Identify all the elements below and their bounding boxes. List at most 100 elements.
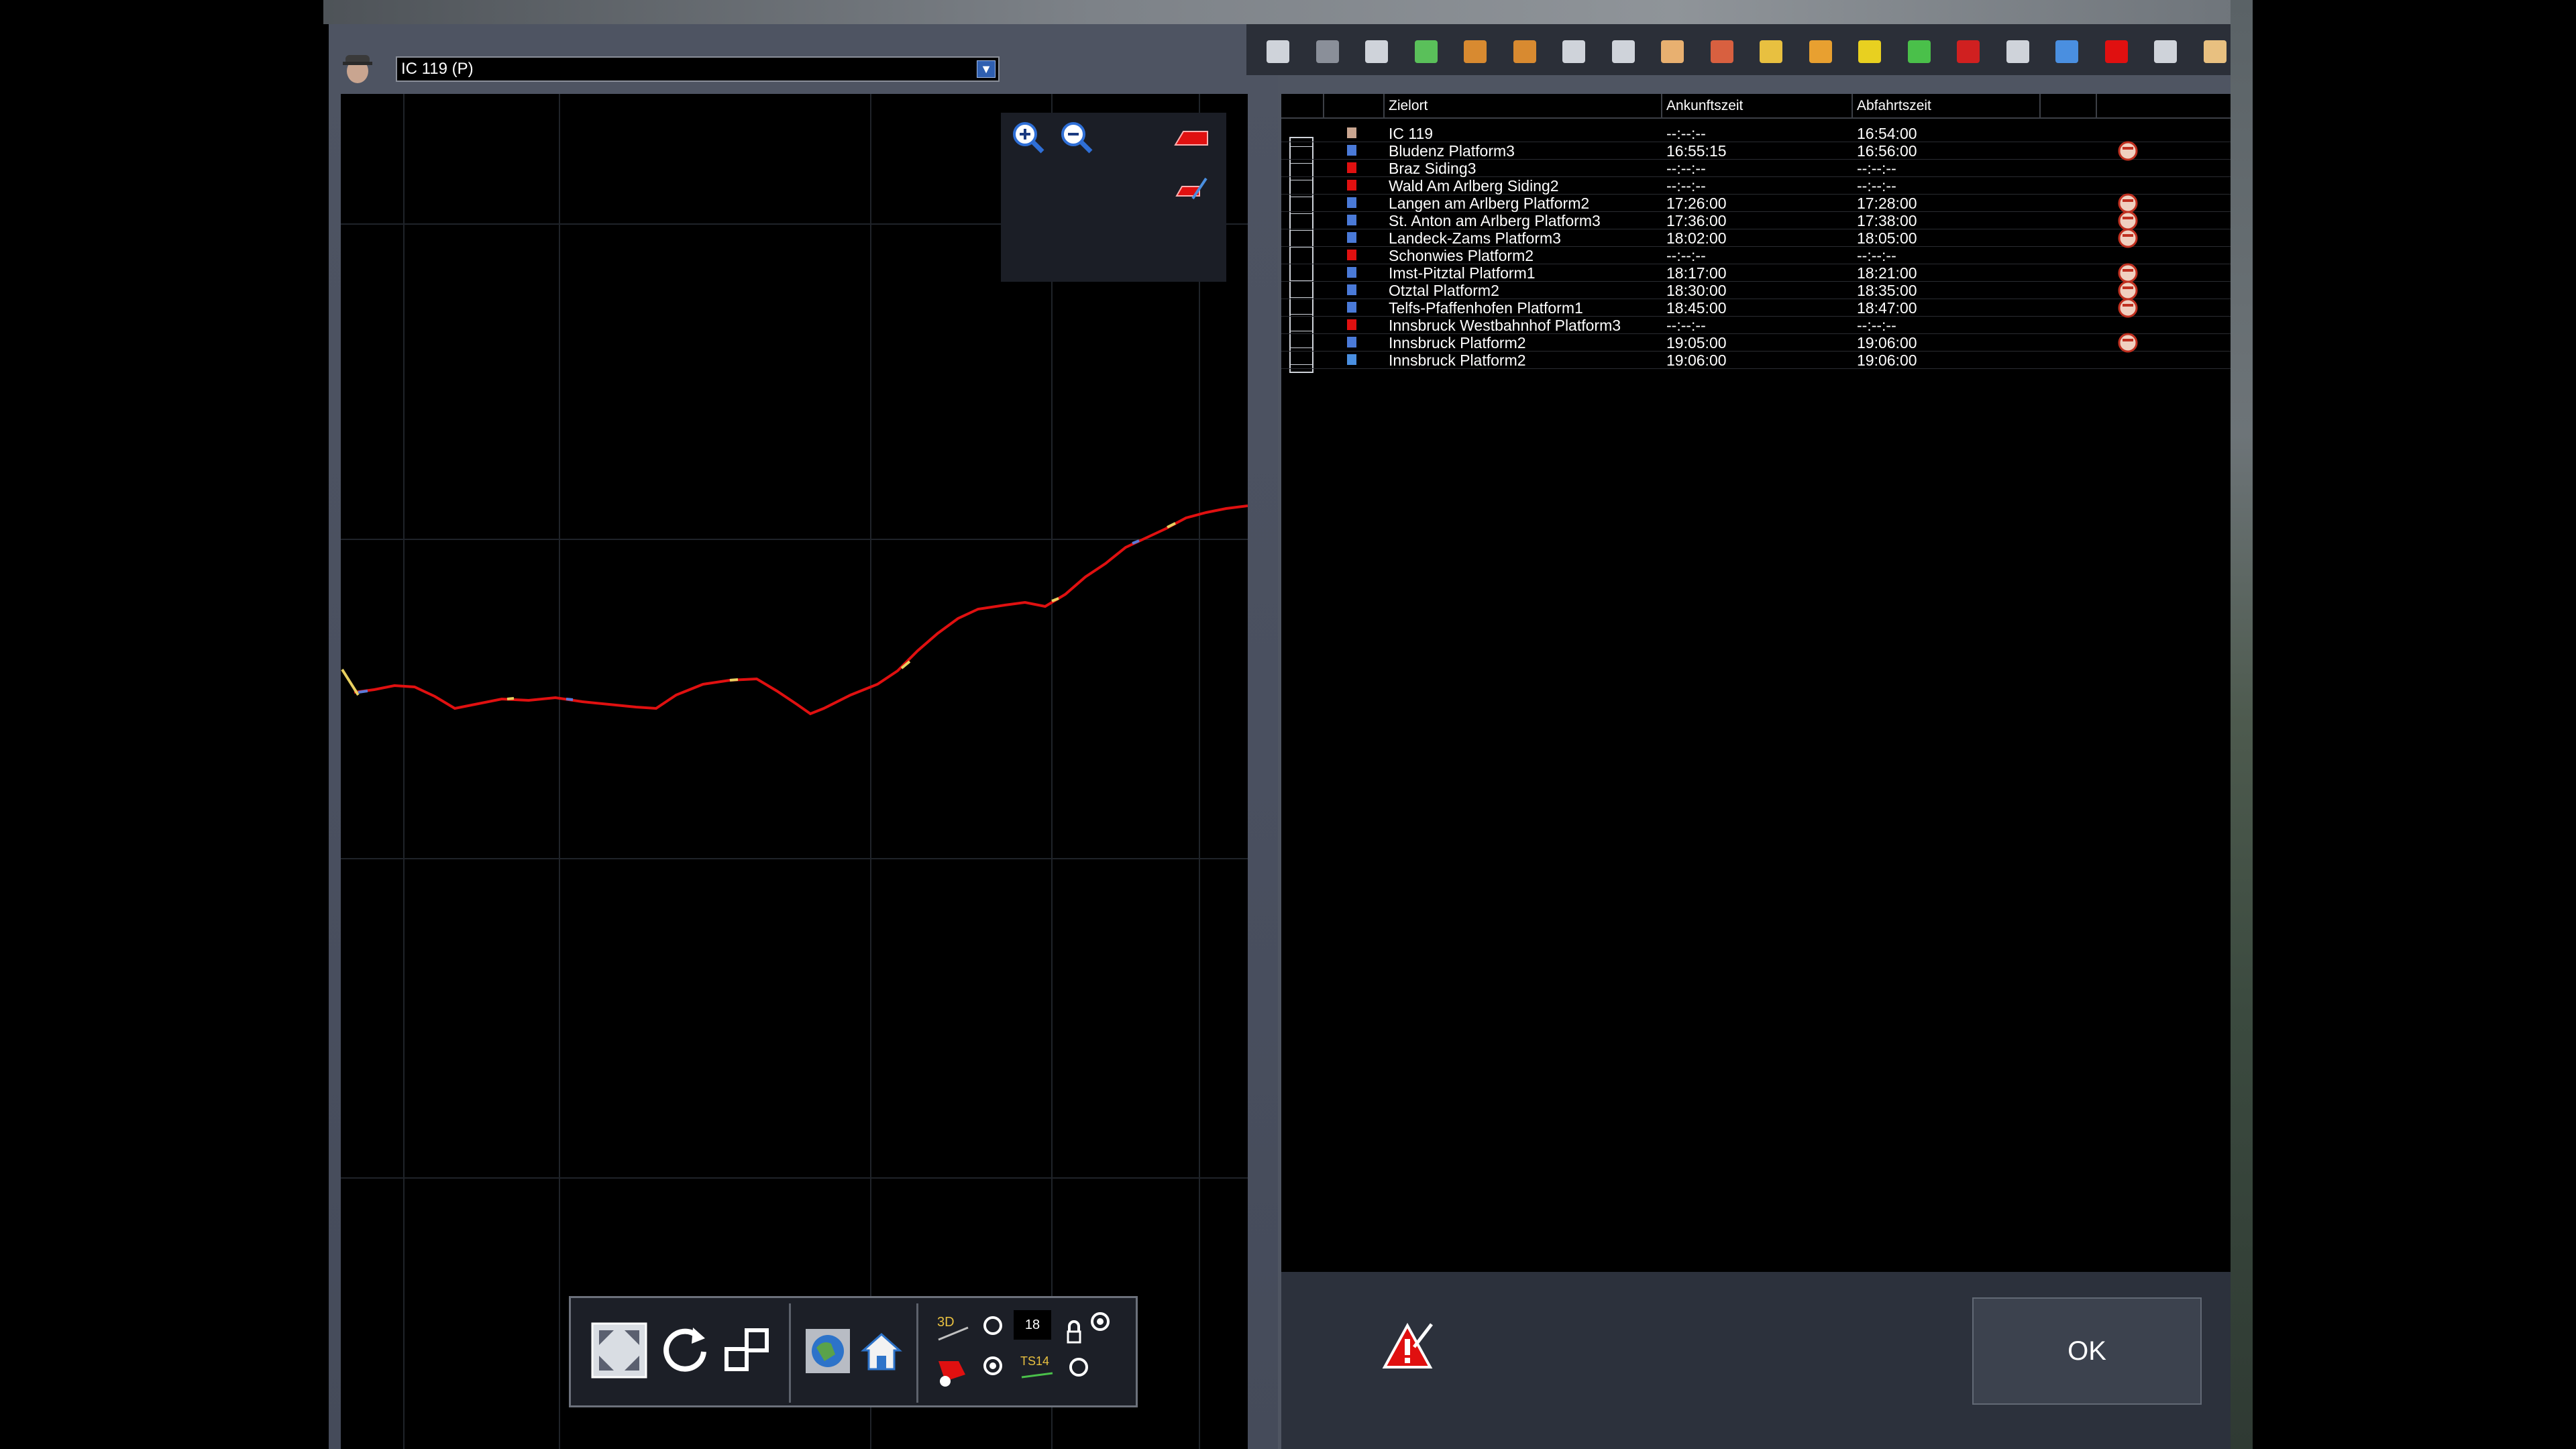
grid-green-icon[interactable] xyxy=(1409,35,1443,68)
stop-marker-icon xyxy=(1347,337,1356,347)
magnet-pin-icon[interactable] xyxy=(932,1354,972,1391)
world-view-icon[interactable] xyxy=(804,1328,851,1375)
table-row[interactable]: Langen am Arlberg Platform2 17:26:00 17:28… xyxy=(1281,193,2231,213)
lock-icon[interactable] xyxy=(1064,1320,1084,1346)
warning-edit-icon[interactable] xyxy=(1381,1320,1434,1374)
stop-marker-icon xyxy=(1347,302,1356,313)
move-down-icon[interactable] xyxy=(1508,35,1542,68)
departure-cell: 19:06:00 xyxy=(1857,334,1917,352)
separator xyxy=(916,1303,918,1403)
radio-option-icon[interactable] xyxy=(981,1314,1004,1337)
dropdown-arrow-icon[interactable]: ▼ xyxy=(977,60,996,78)
stop-timer-icon[interactable] xyxy=(2116,228,2139,248)
move-up-icon[interactable] xyxy=(1458,35,1492,68)
red-flag-icon[interactable] xyxy=(2100,35,2133,68)
stop-timer-icon[interactable] xyxy=(2116,298,2139,318)
table-row[interactable]: Innsbruck Platform2 19:05:00 19:06:00 xyxy=(1281,333,2231,353)
zoom-in-icon[interactable] xyxy=(1010,119,1048,157)
add-arrow-icon[interactable] xyxy=(1853,35,1886,68)
separator xyxy=(789,1303,791,1403)
background-right xyxy=(2253,0,2576,1449)
align-right-icon[interactable] xyxy=(1607,35,1640,68)
radio-option-icon[interactable] xyxy=(1067,1356,1090,1379)
col-header-blank xyxy=(1281,94,1324,118)
departure-cell: --:--:-- xyxy=(1857,317,1896,334)
destination-cell: Schonwies Platform2 xyxy=(1389,247,1534,264)
table-row[interactable]: Imst-Pitztal Platform1 18:17:00 18:21:00 xyxy=(1281,263,2231,283)
settings-icon[interactable] xyxy=(2001,35,2035,68)
departure-cell: 18:21:00 xyxy=(1857,264,1917,282)
passengers-icon[interactable] xyxy=(1705,35,1739,68)
table-row[interactable]: Innsbruck Platform2 19:06:00 19:06:00 xyxy=(1281,352,2231,369)
3d-view-icon[interactable]: 3D xyxy=(934,1310,975,1344)
pointing-hand-icon[interactable] xyxy=(1656,35,1689,68)
arrival-cell: 17:36:00 xyxy=(1666,212,1727,229)
add-green-icon[interactable] xyxy=(1902,35,1936,68)
table-row[interactable]: Bludenz Platform3 16:55:15 16:56:00 xyxy=(1281,141,2231,161)
ok-button[interactable]: OK xyxy=(1972,1297,2202,1405)
arrival-cell: 19:05:00 xyxy=(1666,334,1727,352)
red-train-shape-icon[interactable] xyxy=(1173,119,1210,157)
stop-marker-icon xyxy=(1347,284,1356,295)
train-car-icon[interactable] xyxy=(2198,35,2232,68)
end-marker-icon xyxy=(1347,354,1356,365)
align-icon[interactable] xyxy=(1557,35,1591,68)
train-select[interactable]: IC 119 (P) ▼ xyxy=(396,56,1000,82)
radio-option-icon[interactable] xyxy=(981,1354,1004,1377)
stop-timer-icon[interactable] xyxy=(2116,141,2139,161)
fit-to-view-icon[interactable] xyxy=(591,1322,647,1379)
destination-cell: Innsbruck Platform2 xyxy=(1389,334,1526,352)
destination-cell: Wald Am Arlberg Siding2 xyxy=(1389,177,1559,195)
route-map[interactable] xyxy=(341,94,1248,1449)
exit-icon[interactable] xyxy=(2050,35,2084,68)
table-row[interactable]: Wald Am Arlberg Siding2 --:--:-- --:--:-- xyxy=(1281,177,2231,195)
radio-option-icon[interactable] xyxy=(1089,1310,1112,1333)
zoom-out-icon[interactable] xyxy=(1059,119,1096,157)
arrival-cell: --:--:-- xyxy=(1666,177,1706,195)
destination-cell: Bludenz Platform3 xyxy=(1389,142,1515,160)
route-map-canvas xyxy=(341,94,1248,1449)
background-left xyxy=(0,0,323,1449)
flag-marker-icon xyxy=(1347,250,1356,260)
table-row[interactable]: Braz Siding3 --:--:-- --:--:-- xyxy=(1281,160,2231,177)
stop-timer-icon[interactable] xyxy=(2116,333,2139,353)
table-row[interactable]: Innsbruck Westbahnhof Platform3 --:--:-- -… xyxy=(1281,317,2231,334)
destination-cell: IC 119 xyxy=(1389,125,1434,142)
arrival-cell: 16:55:15 xyxy=(1666,142,1727,160)
expand-icon[interactable] xyxy=(1804,35,1837,68)
col-header-destination[interactable]: Zielort xyxy=(1385,94,1662,118)
table-row[interactable]: St. Anton am Arlberg Platform3 17:36:00 17… xyxy=(1281,211,2231,231)
red-pencil-shape-icon[interactable] xyxy=(1173,169,1210,207)
table-row[interactable]: IC 119 --:--:-- 16:54:00 xyxy=(1281,125,2231,142)
destination-cell: Innsbruck Platform2 xyxy=(1389,352,1526,369)
grid-small-icon[interactable] xyxy=(1360,35,1393,68)
save-icon[interactable] xyxy=(1261,35,1295,68)
destination-cell: Imst-Pitztal Platform1 xyxy=(1389,264,1536,282)
table-row[interactable]: Schonwies Platform2 --:--:-- --:--:-- xyxy=(1281,247,2231,264)
panel-icon[interactable] xyxy=(2149,35,2182,68)
flag-marker-icon xyxy=(1347,162,1356,173)
scenery-right xyxy=(2231,0,2253,1449)
departure-cell: 16:54:00 xyxy=(1857,125,1917,142)
departure-cell: 17:38:00 xyxy=(1857,212,1917,229)
departure-cell: 18:05:00 xyxy=(1857,229,1917,247)
col-header-arrival[interactable]: Ankunftszeit xyxy=(1662,94,1853,118)
rotate-icon[interactable] xyxy=(658,1322,714,1379)
arrival-cell: 19:06:00 xyxy=(1666,352,1727,369)
trash-icon[interactable] xyxy=(1311,35,1344,68)
departure-cell: 18:47:00 xyxy=(1857,299,1917,317)
col-header-departure[interactable]: Abfahrtszeit xyxy=(1853,94,2041,118)
arrival-cell: 18:17:00 xyxy=(1666,264,1727,282)
table-row[interactable]: Landeck-Zams Platform3 18:02:00 18:05:00 xyxy=(1281,228,2231,248)
table-row[interactable]: Otztal Platform2 18:30:00 18:35:00 xyxy=(1281,280,2231,301)
home-icon[interactable] xyxy=(858,1328,905,1375)
stop-marker-icon xyxy=(1347,197,1356,208)
remove-icon[interactable] xyxy=(1951,35,1985,68)
driver-head-icon[interactable] xyxy=(339,47,376,85)
table-row[interactable]: Telfs-Pfaffenhofen Platform1 18:45:00 18:4… xyxy=(1281,298,2231,318)
edit-list-icon[interactable] xyxy=(1754,35,1788,68)
resize-icon[interactable] xyxy=(720,1322,776,1379)
departure-cell: 18:35:00 xyxy=(1857,282,1917,299)
train-select-value: IC 119 (P) xyxy=(401,60,474,78)
ts14-icon[interactable]: TS14 xyxy=(1019,1350,1059,1384)
